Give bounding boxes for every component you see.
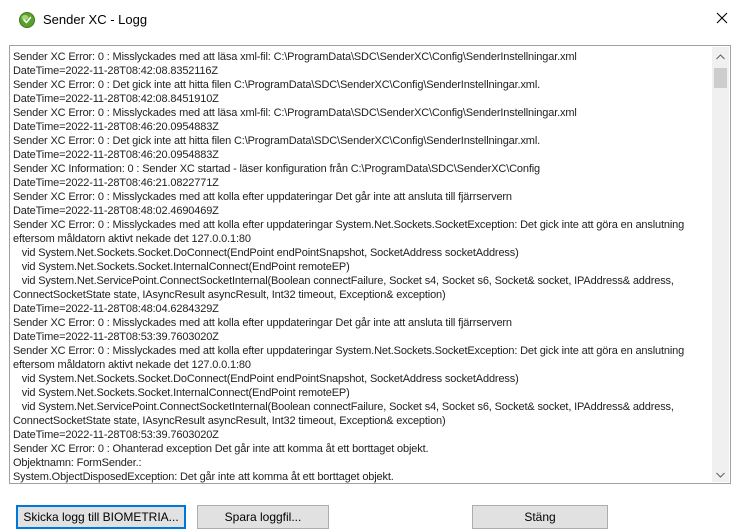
log-line: vid System.Net.ServicePoint.ConnectSocke… [13,401,677,427]
scroll-down-button[interactable] [712,465,729,482]
window-title: Sender XC - Logg [43,12,148,27]
log-line: System.ObjectDisposedException: Det går … [13,471,394,483]
log-line: DateTime=2022-11-28T08:46:20.0954883Z [13,121,219,133]
scroll-thumb[interactable] [714,68,727,88]
chevron-up-icon [716,47,725,65]
log-line: DateTime=2022-11-28T08:48:04.6284329Z [13,303,219,315]
log-line: DateTime=2022-11-28T08:53:39.7603020Z [13,429,219,441]
close-button[interactable]: Stäng [472,505,608,529]
log-text: Sender XC Error: 0 : Misslyckades med at… [13,50,707,483]
scroll-up-button[interactable] [712,47,729,64]
log-line: Sender XC Error: 0 : Det gick inte att h… [13,79,541,91]
log-line: DateTime=2022-11-28T08:42:08.8352116Z [13,65,218,77]
vertical-scrollbar[interactable] [712,47,729,482]
log-line: Sender XC Error: 0 : Misslyckades med at… [13,51,577,63]
log-line: vid System.Net.ServicePoint.ConnectSocke… [13,275,677,301]
log-window: Sender XC - Logg Sender XC Error: 0 : Mi… [0,0,733,529]
title-bar[interactable]: Sender XC - Logg [0,0,733,40]
log-line: Objektnamn: FormSender.: [13,457,142,469]
log-line: DateTime=2022-11-28T08:48:02.4690469Z [13,205,219,217]
log-line: Sender XC Error: 0 : Misslyckades med at… [13,219,688,245]
close-icon [716,11,728,29]
log-line: Sender XC Error: 0 : Misslyckades med at… [13,345,688,371]
log-line: Sender XC Error: 0 : Misslyckades med at… [13,317,512,329]
log-textbox[interactable]: Sender XC Error: 0 : Misslyckades med at… [9,45,731,484]
log-line: Sender XC Error: 0 : Misslyckades med at… [13,191,512,203]
log-line: DateTime=2022-11-28T08:42:08.8451910Z [13,93,219,105]
save-log-button[interactable]: Spara loggfil... [197,505,329,529]
log-line: vid System.Net.Sockets.Socket.DoConnect(… [13,247,519,259]
log-line: DateTime=2022-11-28T08:53:39.7603020Z [13,331,219,343]
log-line: vid System.Net.Sockets.Socket.InternalCo… [13,387,350,399]
log-line: Sender XC Information: 0 : Sender XC sta… [13,163,541,175]
log-line: Sender XC Error: 0 : Ohanterad exception… [13,443,429,455]
window-close-button[interactable] [711,8,733,32]
log-line: DateTime=2022-11-28T08:46:21.0822771Z [13,177,219,189]
log-line: DateTime=2022-11-28T08:46:20.0954883Z [13,149,219,161]
log-line: vid System.Net.Sockets.Socket.InternalCo… [13,261,350,273]
log-line: Sender XC Error: 0 : Misslyckades med at… [13,107,577,119]
log-line: Sender XC Error: 0 : Det gick inte att h… [13,135,541,147]
sender-xc-app-icon [19,12,35,28]
log-line: vid System.Net.Sockets.Socket.DoConnect(… [13,373,519,385]
chevron-down-icon [716,465,725,483]
send-log-button[interactable]: Skicka logg till BIOMETRIA... [16,505,186,529]
